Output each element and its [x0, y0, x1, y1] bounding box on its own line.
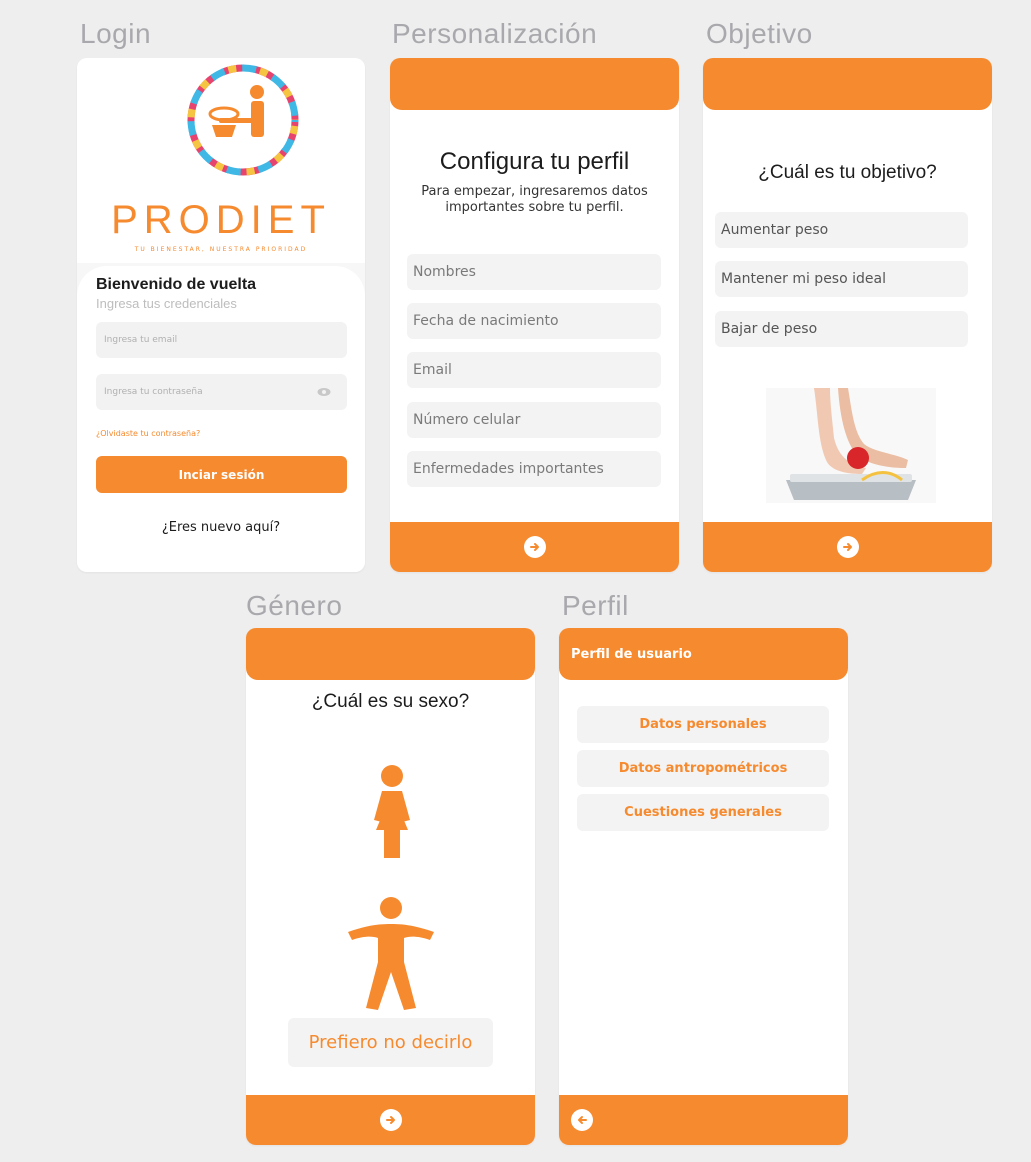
back-button[interactable] [571, 1109, 593, 1131]
section-title-personalizacion: Personalización [392, 18, 598, 49]
login-button[interactable]: Inciar sesión [96, 456, 347, 493]
perfil-header-title: Perfil de usuario [571, 646, 692, 662]
arrow-right-icon [529, 543, 539, 551]
field-numero-celular[interactable]: Número celular [407, 402, 661, 438]
option-aumentar-peso[interactable]: Aumentar peso [715, 212, 968, 248]
field-email[interactable]: Email [407, 352, 661, 388]
scale-feet-image [766, 388, 936, 503]
welcome-subtitle: Ingresa tus credenciales [96, 296, 237, 311]
objetivo-title: ¿Cuál es tu objetivo? [758, 162, 937, 183]
perfil-screen: Perfil de usuario Datos personales Datos… [559, 628, 848, 1145]
eye-icon[interactable] [317, 387, 331, 397]
header-bar [703, 58, 992, 110]
objetivo-screen: ¿Cuál es tu objetivo? Aumentar peso Mant… [703, 58, 992, 572]
option-mantener-peso[interactable]: Mantener mi peso ideal [715, 261, 968, 297]
header-bar [246, 628, 535, 680]
new-here-link[interactable]: ¿Eres nuevo aquí? [77, 520, 365, 535]
genero-screen: ¿Cuál es su sexo? Prefiero no decirlo [246, 628, 535, 1145]
section-title-perfil: Perfil [562, 590, 629, 621]
section-title-objetivo: Objetivo [706, 18, 813, 49]
config-title: Configura tu perfil [439, 148, 630, 175]
footer-bar [559, 1095, 848, 1145]
brand-tagline: TU BIENESTAR, NUESTRA PRIORIDAD [134, 246, 308, 253]
field-fecha-nacimiento[interactable]: Fecha de nacimiento [407, 303, 661, 339]
forgot-password-link[interactable]: ¿Olvidaste tu contraseña? [96, 429, 200, 438]
option-bajar-peso[interactable]: Bajar de peso [715, 311, 968, 347]
arrow-left-icon [578, 1116, 587, 1124]
next-button[interactable] [836, 536, 859, 558]
config-description: Para empezar, ingresaremos datos importa… [421, 184, 648, 215]
header-bar: Perfil de usuario [559, 628, 848, 680]
male-figure-icon[interactable] [346, 896, 436, 1011]
login-screen: PRODIET TU BIENESTAR, NUESTRA PRIORIDAD … [77, 58, 365, 572]
password-placeholder: Ingresa tu contraseña [104, 387, 203, 397]
genero-title: ¿Cuál es su sexo? [311, 691, 470, 712]
footer-bar [246, 1095, 535, 1145]
footer-bar [390, 522, 679, 572]
header-bar [390, 58, 679, 110]
welcome-heading: Bienvenido de vuelta [96, 276, 257, 293]
credentials-card: Bienvenido de vuelta Ingresa tus credenc… [77, 266, 365, 572]
item-datos-antropometricos[interactable]: Datos antropométricos [577, 750, 829, 787]
email-placeholder: Ingresa tu email [104, 335, 178, 345]
item-cuestiones-generales[interactable]: Cuestiones generales [577, 794, 829, 831]
item-datos-personales[interactable]: Datos personales [577, 706, 829, 743]
next-button[interactable] [523, 536, 546, 558]
prefer-not-button[interactable]: Prefiero no decirlo [288, 1018, 493, 1067]
arrow-right-icon [385, 1116, 395, 1124]
personalizacion-screen: Configura tu perfil Para empezar, ingres… [390, 58, 679, 572]
female-figure-icon[interactable] [360, 764, 424, 859]
brand-name: PRODIET [111, 198, 331, 242]
arrow-right-icon [842, 543, 852, 551]
section-title-login: Login [80, 18, 152, 49]
email-input[interactable]: Ingresa tu email [96, 322, 347, 358]
logo-area: PRODIET TU BIENESTAR, NUESTRA PRIORIDAD [77, 58, 365, 263]
field-nombres[interactable]: Nombres [407, 254, 661, 290]
field-enfermedades[interactable]: Enfermedades importantes [407, 451, 661, 487]
next-button[interactable] [379, 1109, 402, 1131]
password-input[interactable]: Ingresa tu contraseña [96, 374, 347, 410]
prodiet-logo-icon [187, 64, 299, 176]
section-title-genero: Género [246, 590, 343, 621]
footer-bar [703, 522, 992, 572]
